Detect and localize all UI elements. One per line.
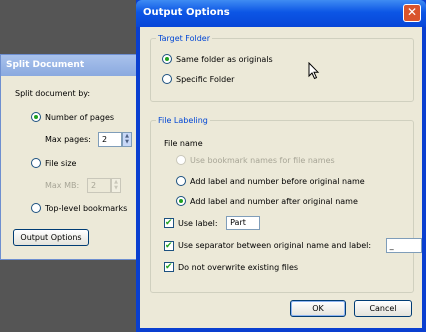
mouse-pointer-icon <box>308 62 320 80</box>
radio-label-before-name[interactable]: Add label and number before original nam… <box>176 176 365 186</box>
radio-label-after-name-label: Add label and number after original name <box>190 196 358 206</box>
no-overwrite-checkbox-row[interactable]: Do not overwrite existing files <box>164 261 299 273</box>
target-folder-legend: Target Folder <box>158 34 211 43</box>
radio-label-after-name[interactable]: Add label and number after original name <box>176 196 358 206</box>
max-pages-spinner[interactable]: ▲ ▼ <box>122 132 132 147</box>
dialog-title-bar[interactable]: Output Options ✕ <box>136 0 426 27</box>
radio-file-size-label: File size <box>45 158 77 168</box>
output-options-dialog: Output Options ✕ Target Folder Same fold… <box>136 0 426 332</box>
file-name-label: File name <box>164 139 203 148</box>
max-pages-input[interactable]: 2 <box>98 132 122 147</box>
radio-file-size-indicator[interactable] <box>31 158 41 168</box>
radio-number-of-pages-indicator[interactable] <box>31 112 41 122</box>
use-separator-checkbox-row[interactable]: Use separator between original name and … <box>164 238 422 253</box>
no-overwrite-text: Do not overwrite existing files <box>178 262 299 272</box>
close-icon[interactable]: ✕ <box>403 4 421 22</box>
max-mb-label: Max MB: <box>45 181 80 190</box>
radio-label-before-name-label: Add label and number before original nam… <box>190 176 365 186</box>
max-mb-spinner[interactable]: ▲ ▼ <box>111 178 121 193</box>
radio-use-bookmark-names-indicator[interactable] <box>176 155 186 165</box>
use-separator-checkbox[interactable] <box>164 240 174 252</box>
no-overwrite-checkbox[interactable] <box>164 261 174 273</box>
ok-button[interactable]: OK <box>290 300 346 317</box>
target-folder-group: Target Folder <box>150 34 414 102</box>
split-document-title: Split Document <box>1 55 139 76</box>
split-prompt-label: Split document by: <box>15 89 91 98</box>
cancel-button[interactable]: Cancel <box>354 300 412 317</box>
file-labeling-legend: File Labeling <box>158 116 208 125</box>
max-mb-input[interactable]: 2 <box>87 178 111 193</box>
max-pages-label: Max pages: <box>45 135 91 144</box>
radio-use-bookmark-names-label: Use bookmark names for file names <box>190 155 335 165</box>
radio-label-before-name-indicator[interactable] <box>176 176 186 186</box>
max-pages-field: 2 ▲ ▼ <box>98 132 132 147</box>
radio-specific-folder-indicator[interactable] <box>162 74 172 84</box>
max-mb-field: 2 ▲ ▼ <box>87 178 121 193</box>
radio-specific-folder-label: Specific Folder <box>176 74 235 84</box>
radio-same-folder-label: Same folder as originals <box>176 54 273 64</box>
radio-number-of-pages-label: Number of pages <box>45 112 115 122</box>
dialog-title: Output Options <box>143 7 230 18</box>
radio-use-bookmark-names[interactable]: Use bookmark names for file names <box>176 155 335 165</box>
dialog-client-area: Target Folder Same folder as originals S… <box>140 27 422 328</box>
separator-input[interactable]: _ <box>385 238 422 253</box>
radio-label-after-name-indicator[interactable] <box>176 196 186 206</box>
radio-same-folder-indicator[interactable] <box>162 54 172 64</box>
use-label-text: Use label: <box>178 218 218 228</box>
split-document-window: Split Document Split document by: Number… <box>0 54 140 260</box>
use-label-checkbox[interactable] <box>164 217 174 229</box>
label-input[interactable]: Part <box>226 216 261 230</box>
radio-top-level-bookmarks-indicator[interactable] <box>31 203 41 213</box>
radio-number-of-pages[interactable]: Number of pages <box>31 112 114 122</box>
use-label-checkbox-row[interactable]: Use label: Part <box>164 216 261 230</box>
radio-top-level-bookmarks[interactable]: Top-level bookmarks <box>31 203 127 213</box>
radio-specific-folder[interactable]: Specific Folder <box>162 74 234 84</box>
use-separator-text: Use separator between original name and … <box>178 241 372 250</box>
output-options-button[interactable]: Output Options <box>13 229 89 246</box>
radio-top-level-bookmarks-label: Top-level bookmarks <box>45 203 128 213</box>
radio-same-folder[interactable]: Same folder as originals <box>162 54 273 64</box>
radio-file-size[interactable]: File size <box>31 158 76 168</box>
